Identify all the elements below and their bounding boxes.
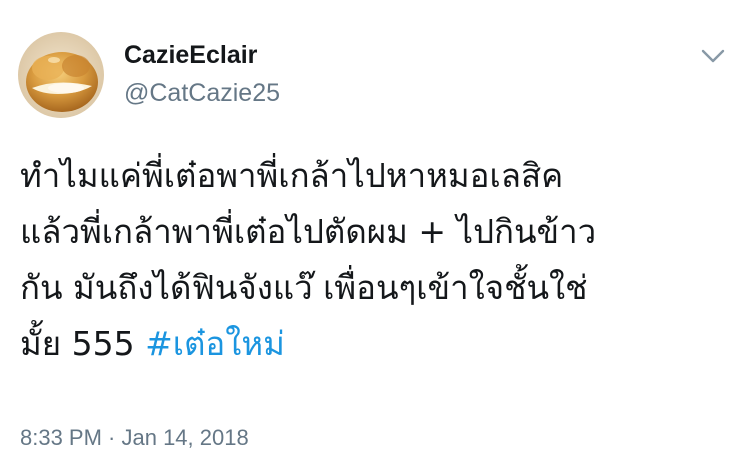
hashtag-link[interactable]: #เต๋อใหม่ <box>145 324 285 363</box>
avatar[interactable] <box>18 32 104 118</box>
tweet-text-line: แล้วพี่เกล้าพาพี่เต๋อไปตัดผม + ไปกินข้าว <box>20 212 597 251</box>
cream-puff-avatar-icon <box>18 32 104 118</box>
tweet-text-line-last: มั้ย 555 #เต๋อใหม่ <box>20 316 735 372</box>
tweet-text-line: ทำไมแค่พี่เต๋อพาพี่เกล้าไปหาหมอเลสิค <box>20 156 564 195</box>
display-name[interactable]: CazieEclair <box>124 40 257 70</box>
tweet-text: ทำไมแค่พี่เต๋อพาพี่เกล้าไปหาหมอเลสิค แล้… <box>20 148 735 372</box>
tweet-text-line: กัน มันถึงได้ฟินจังแว๊ เพื่อนๆเข้าใจชั้น… <box>20 268 588 307</box>
tweet-text-fragment: มั้ย 555 <box>20 324 146 363</box>
tweet-timestamp[interactable]: 8:33 PM · Jan 14, 2018 <box>20 424 249 452</box>
user-handle[interactable]: @CatCazie25 <box>124 78 280 108</box>
chevron-down-icon[interactable] <box>696 44 730 68</box>
tweet-card: CazieEclair @CatCazie25 ทำไมแค่พี่เต๋อพา… <box>0 0 750 465</box>
